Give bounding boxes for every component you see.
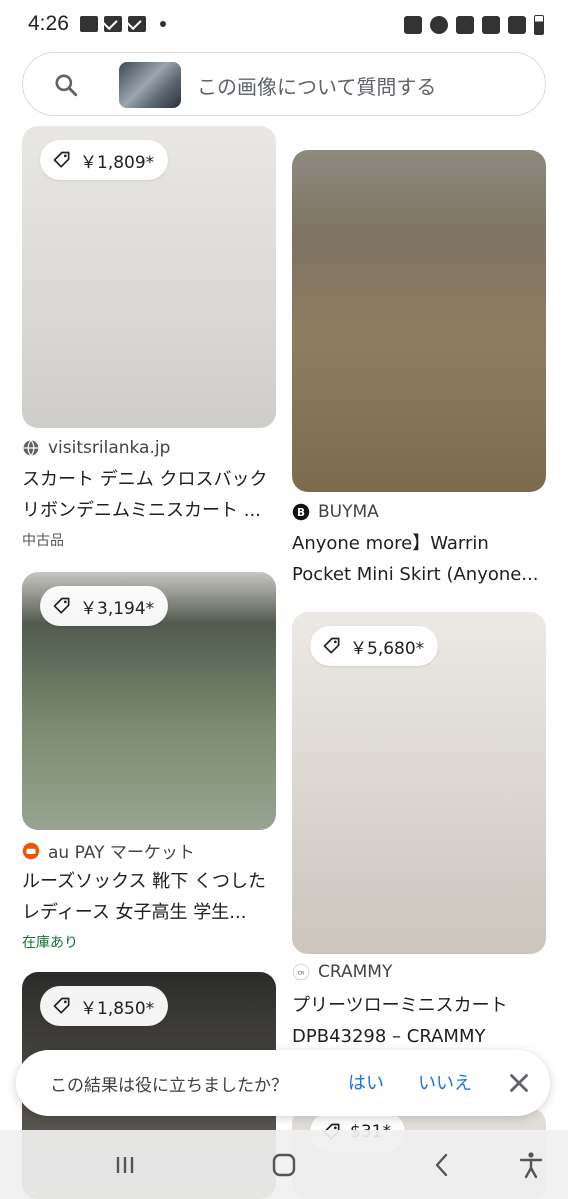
title-line: Pocket Mini Skirt (Anyone...: [292, 564, 539, 585]
globe-icon: [23, 440, 39, 457]
search-icon[interactable]: [53, 72, 79, 98]
price-tag: ￥1,809*: [40, 140, 169, 180]
airplane-mode-icon: [508, 16, 526, 34]
back-icon[interactable]: [427, 1150, 457, 1180]
svg-text:CR: CR: [298, 970, 304, 976]
status-bar: 4:26: [0, 0, 568, 50]
mail-notification-icon: [104, 16, 122, 32]
battery-icon: [534, 15, 544, 35]
mail-notification-icon: [128, 16, 146, 32]
buyma-logo-icon: B: [292, 503, 310, 521]
system-navigation-bar: [0, 1130, 568, 1199]
accessibility-icon[interactable]: [516, 1150, 546, 1180]
result-title[interactable]: スカート デニム クロスバック リボンデニムミニスカート ...: [22, 464, 276, 526]
condition-label: 中古品: [22, 533, 64, 549]
result-image[interactable]: ￥5,680*: [292, 612, 546, 954]
price-label: ￥5,680*: [350, 638, 425, 659]
result-source[interactable]: au PAY マーケット: [22, 838, 195, 863]
price-tag-icon: [323, 637, 340, 654]
result-image[interactable]: [292, 150, 546, 492]
title-line: レディース 女子高生 学生...: [22, 902, 247, 923]
title-line: スカート デニム クロスバック: [22, 469, 268, 490]
source-name: visitsrilanka.jp: [48, 438, 171, 458]
title-line: DPB43298 – CRAMMY: [292, 1026, 486, 1047]
status-time: 4:26: [28, 12, 69, 35]
result-source[interactable]: B BUYMA: [292, 502, 379, 522]
result-title[interactable]: プリーツローミニスカート DPB43298 – CRAMMY: [292, 990, 546, 1052]
home-button[interactable]: [269, 1150, 299, 1180]
result-image[interactable]: ￥1,809*: [22, 126, 276, 428]
accessibility-button[interactable]: [516, 1150, 546, 1180]
feedback-no-button[interactable]: いいえ: [418, 1069, 472, 1095]
home-icon[interactable]: [269, 1150, 299, 1180]
price-tag: ￥5,680*: [310, 626, 439, 666]
result-card[interactable]: ￥5,680* CR CRAMMY プリーツローミニスカート DPB43298 …: [292, 612, 546, 1047]
title-line: プリーツローミニスカート: [292, 995, 508, 1016]
system-icons: [404, 15, 544, 35]
gallery-notification-icon: [80, 16, 98, 32]
feedback-yes-button[interactable]: はい: [348, 1069, 384, 1095]
alarm-icon: [430, 16, 448, 34]
result-card[interactable]: ￥3,194* au PAY マーケット ルーズソックス 靴下 くつした レディ…: [22, 572, 276, 958]
result-image[interactable]: ￥3,194*: [22, 572, 276, 830]
result-title[interactable]: ルーズソックス 靴下 くつした レディース 女子高生 学生...: [22, 866, 276, 928]
result-title[interactable]: Anyone more】Warrin Pocket Mini Skirt (An…: [292, 528, 546, 590]
query-image-thumbnail[interactable]: [119, 62, 181, 108]
price-label: ￥1,809*: [80, 152, 155, 173]
recents-button[interactable]: [110, 1150, 140, 1180]
price-tag: ￥3,194*: [40, 586, 169, 626]
result-source[interactable]: CR CRAMMY: [292, 962, 392, 982]
crammy-logo-icon: CR: [292, 963, 310, 981]
feedback-prompt: この結果は役に立ちましたか？ はい いいえ: [16, 1050, 550, 1116]
au-pay-market-logo-icon: [22, 842, 40, 859]
svg-text:B: B: [297, 507, 305, 519]
title-line: ルーズソックス 靴下 くつした: [22, 871, 267, 892]
more-notifications-dot-icon: [160, 21, 166, 27]
search-placeholder[interactable]: この画像について質問する: [197, 71, 436, 100]
feedback-question: この結果は役に立ちましたか？: [50, 1076, 288, 1096]
feedback-close-button[interactable]: [504, 1068, 534, 1098]
title-line: リボンデニムミニスカート ...: [22, 500, 261, 521]
price-label: ￥1,850*: [80, 998, 155, 1019]
result-card[interactable]: ￥1,809* visitsrilanka.jp スカート デニム クロスバック…: [22, 126, 276, 556]
stock-status-label: 在庫あり: [22, 935, 78, 951]
close-icon[interactable]: [504, 1068, 534, 1098]
wifi-icon: [482, 16, 500, 34]
price-tag-icon: [53, 997, 70, 1014]
recents-icon[interactable]: [110, 1150, 140, 1180]
source-name: au PAY マーケット: [48, 843, 195, 863]
source-name: BUYMA: [318, 502, 379, 522]
mute-icon: [456, 16, 474, 34]
price-tag-icon: [53, 597, 70, 614]
image-search-bar[interactable]: この画像について質問する: [22, 52, 546, 116]
result-source[interactable]: visitsrilanka.jp: [22, 438, 170, 458]
price-label: ￥3,194*: [80, 598, 155, 619]
lock-icon: [404, 16, 422, 34]
result-card[interactable]: B BUYMA Anyone more】Warrin Pocket Mini S…: [292, 150, 546, 590]
price-tag-icon: [53, 151, 70, 168]
back-button[interactable]: [427, 1150, 457, 1180]
source-name: CRAMMY: [318, 962, 393, 982]
notification-icons: [80, 16, 166, 32]
title-line: Anyone more】Warrin: [292, 533, 489, 554]
price-tag: ￥1,850*: [40, 986, 169, 1026]
